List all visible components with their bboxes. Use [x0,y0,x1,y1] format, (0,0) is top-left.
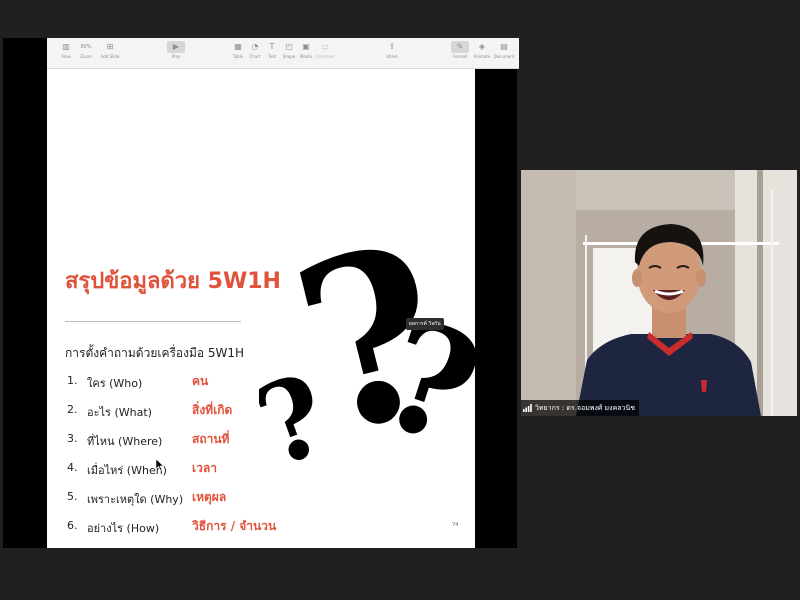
list-item: 5. เพราะเหตุใด (Why) เหตุผล [67,490,227,506]
toolbar-share-button[interactable]: ⇪ Share [377,41,407,61]
list-item: 2. อะไร (What) สิ่งที่เกิด [67,403,233,419]
list-item: 6. อย่างไร (How) วิธีการ / จำนวน [67,519,277,535]
mouse-cursor-icon [156,459,164,471]
presentation-slide: สรุปข้อมูลด้วย 5W1H การตั้งคำถามด้วยเครื… [47,69,475,548]
toolbar-add-slide-button[interactable]: ⊞ Add Slide [95,41,125,61]
title-divider [65,321,241,322]
list-item: 3. ที่ไหน (Where) สถานที่ [67,432,230,448]
play-icon: ▶ [167,41,185,53]
add-slide-icon: ⊞ [106,42,114,51]
slide-subtitle: การตั้งคำถามด้วยเครื่องมือ 5W1H [65,346,245,360]
shared-screen: ▥ View 80% Zoom ⊞ Add Slide ▶ Play ▦ Tab… [3,38,519,548]
list-item: 4. เมื่อไหร่ (When) เวลา [67,461,217,477]
toolbar-comment-button[interactable]: ▭ Comment [310,41,340,61]
signal-bars-icon [523,404,532,412]
participant-name-bar: วิทยากร : ดร.จอมพงศ์ มงคลวนิช [521,400,640,416]
participant-video-tile[interactable]: วิทยากร : ดร.จอมพงศ์ มงคลวนิช [521,170,797,416]
share-icon: ⇪ [388,42,396,51]
tooltip-popup: ผลการค์ วิจกัน [406,318,444,330]
participant-name: วิทยากร : ดร.จอมพงศ์ มงคลวนิช [535,403,636,412]
slide-title: สรุปข้อมูลด้วย 5W1H [65,269,281,294]
participant-video [521,170,797,416]
toolbar-play-button[interactable]: ▶ Play [161,41,191,61]
list-item: 1. ใคร (Who) คน [67,374,209,390]
keynote-toolbar: ▥ View 80% Zoom ⊞ Add Slide ▶ Play ▦ Tab… [47,38,519,69]
slide-page-number: 74 [452,522,459,528]
document-icon: ▤ [500,42,508,51]
toolbar-document-button[interactable]: ▤ Document [489,41,519,61]
comment-icon: ▭ [321,42,329,51]
